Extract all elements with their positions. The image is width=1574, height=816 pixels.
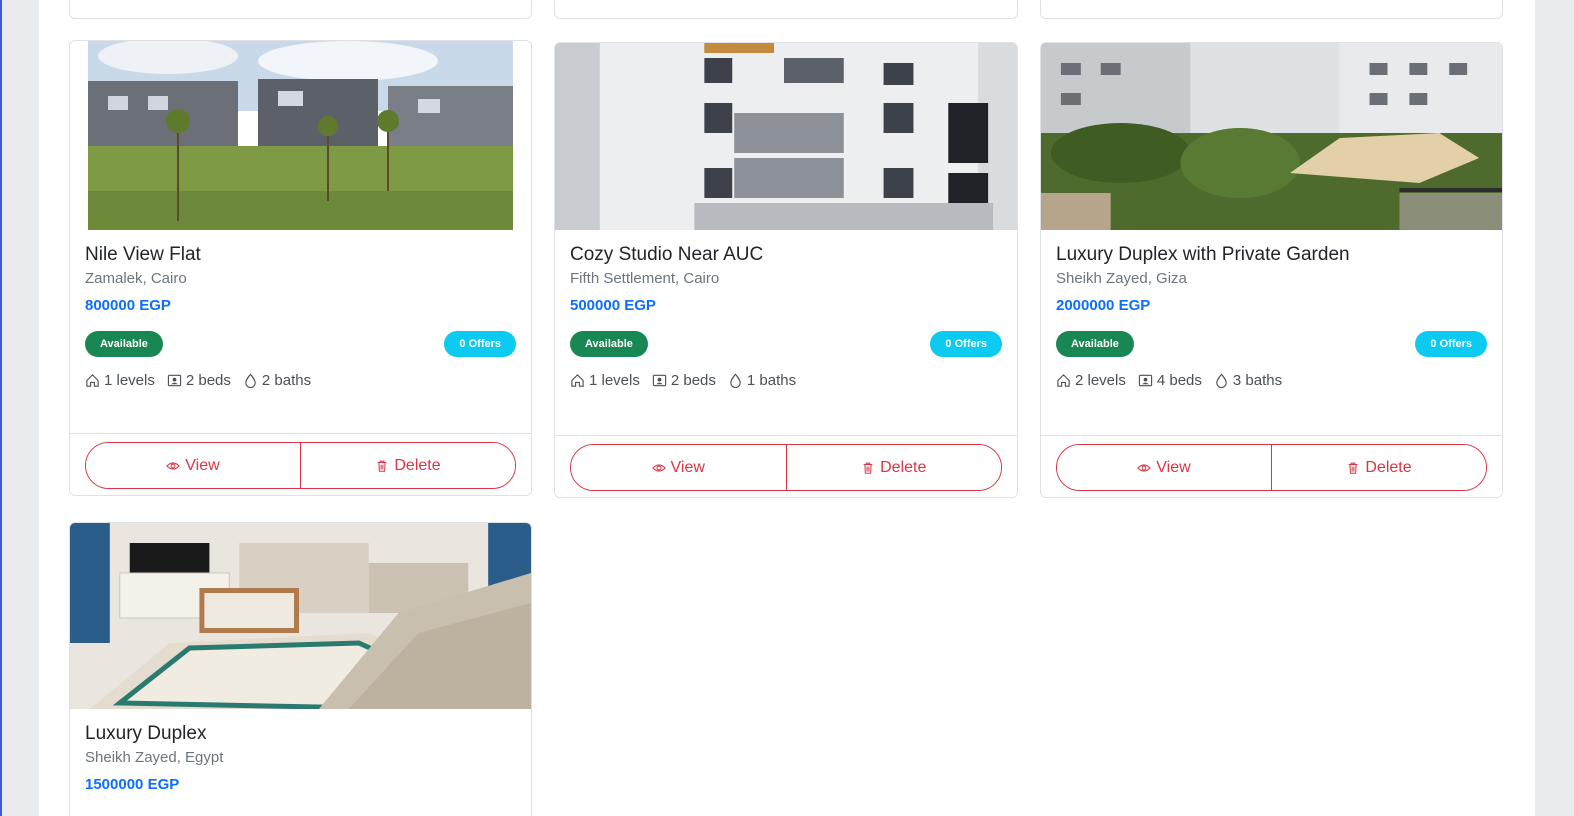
trash-icon (378, 460, 387, 472)
card-body: Nile View Flat Zamalek, Cairo 800000 EGP… (85, 243, 516, 391)
features-row: 2 levels 4 beds 3 baths (1056, 369, 1487, 391)
listing-title: Luxury Duplex with Private Garden (1056, 244, 1350, 265)
offers-badge: 0 Offers (930, 331, 1002, 357)
badge-row: Available 0 Offers (570, 331, 1002, 357)
listings-container: Nile View Flat Zamalek, Cairo 800000 EGP… (39, 0, 1535, 816)
listing-card: Cozy Studio Near AUC Fifth Settlement, C… (554, 42, 1018, 498)
view-label: View (1156, 458, 1191, 476)
listing-card: Nile View Flat Zamalek, Cairo 800000 EGP… (69, 40, 532, 496)
levels-label: 1 levels (589, 371, 640, 389)
eye-icon (651, 463, 666, 472)
card-body: Luxury Duplex Sheikh Zayed, Egypt 150000… (85, 722, 516, 796)
house-icon (571, 373, 584, 387)
view-button[interactable]: View (571, 445, 786, 490)
property-image[interactable] (1041, 43, 1502, 230)
page-edge (0, 0, 2, 816)
eye-icon (166, 461, 181, 470)
beds-label: 2 beds (670, 371, 716, 389)
listing-location: Sheikh Zayed, Giza (1056, 270, 1187, 287)
delete-button[interactable]: Delete (1271, 445, 1486, 490)
view-button[interactable]: View (86, 443, 300, 488)
delete-label: Delete (1365, 458, 1412, 476)
card-footer: View Delete (1041, 435, 1502, 497)
levels-label: 1 levels (104, 371, 155, 389)
baths-feature: 1 baths (728, 372, 796, 389)
offers-badge: 0 Offers (1415, 331, 1487, 357)
beds-feature: 4 beds (1138, 372, 1202, 389)
beds-feature: 2 beds (167, 372, 231, 389)
listing-title: Nile View Flat (85, 244, 201, 265)
trash-icon (1349, 462, 1358, 474)
house-icon (1057, 373, 1070, 387)
property-image[interactable] (555, 43, 1017, 230)
baths-label: 2 baths (261, 371, 312, 389)
property-image[interactable] (70, 523, 531, 709)
badge-row: Available 0 Offers (85, 331, 516, 357)
card-footer: View Delete (555, 435, 1017, 497)
offers-badge: 0 Offers (444, 331, 516, 357)
beds-label: 4 beds (1156, 371, 1202, 389)
view-button[interactable]: View (1057, 445, 1271, 490)
delete-label: Delete (880, 458, 927, 476)
card-body: Luxury Duplex with Private Garden Sheikh… (1056, 243, 1487, 391)
status-badge: Available (570, 331, 648, 357)
listing-price: 1500000 EGP (85, 776, 180, 793)
listing-price: 2000000 EGP (1056, 297, 1151, 314)
listing-card-partial-top (1040, 0, 1503, 19)
levels-label: 2 levels (1075, 371, 1126, 389)
features-row: 1 levels 2 beds 2 baths (85, 369, 516, 391)
person-badge-icon (167, 374, 182, 386)
listing-card-partial-top (554, 0, 1018, 19)
listing-title: Cozy Studio Near AUC (570, 244, 764, 265)
baths-feature: 2 baths (243, 372, 311, 389)
beds-feature: 2 beds (652, 372, 716, 389)
listing-card: Luxury Duplex with Private Garden Sheikh… (1040, 42, 1503, 498)
listing-price: 500000 EGP (570, 297, 656, 314)
card-footer: View Delete (70, 433, 531, 495)
delete-button[interactable]: Delete (785, 445, 1001, 490)
baths-label: 3 baths (1232, 371, 1283, 389)
levels-feature: 2 levels (1056, 372, 1126, 389)
droplet-icon (730, 373, 741, 388)
status-badge: Available (1056, 331, 1134, 357)
card-actions: View Delete (1056, 444, 1487, 491)
listing-location: Fifth Settlement, Cairo (570, 270, 720, 287)
person-badge-icon (652, 374, 667, 386)
badge-row: Available 0 Offers (1056, 331, 1487, 357)
delete-button[interactable]: Delete (300, 443, 515, 488)
person-badge-icon (1138, 374, 1153, 386)
view-label: View (185, 456, 220, 474)
view-label: View (670, 458, 705, 476)
listing-card: Luxury Duplex Sheikh Zayed, Egypt 150000… (69, 522, 532, 816)
listing-title: Luxury Duplex (85, 723, 207, 744)
droplet-icon (245, 373, 256, 388)
card-actions: View Delete (570, 444, 1002, 491)
listing-price: 800000 EGP (85, 297, 171, 314)
levels-feature: 1 levels (570, 372, 640, 389)
property-image[interactable] (88, 41, 513, 230)
house-icon (86, 373, 99, 387)
levels-feature: 1 levels (85, 372, 155, 389)
delete-label: Delete (394, 456, 441, 474)
card-body: Cozy Studio Near AUC Fifth Settlement, C… (570, 243, 1002, 391)
baths-feature: 3 baths (1214, 372, 1282, 389)
droplet-icon (1216, 373, 1227, 388)
eye-icon (1137, 463, 1152, 472)
features-row: 1 levels 2 beds 1 baths (570, 369, 1002, 391)
beds-label: 2 beds (185, 371, 231, 389)
trash-icon (863, 462, 873, 474)
listing-location: Zamalek, Cairo (85, 270, 187, 287)
listing-location: Sheikh Zayed, Egypt (85, 749, 224, 766)
status-badge: Available (85, 331, 163, 357)
card-actions: View Delete (85, 442, 516, 489)
baths-label: 1 baths (746, 371, 797, 389)
listing-card-partial-top (69, 0, 532, 19)
